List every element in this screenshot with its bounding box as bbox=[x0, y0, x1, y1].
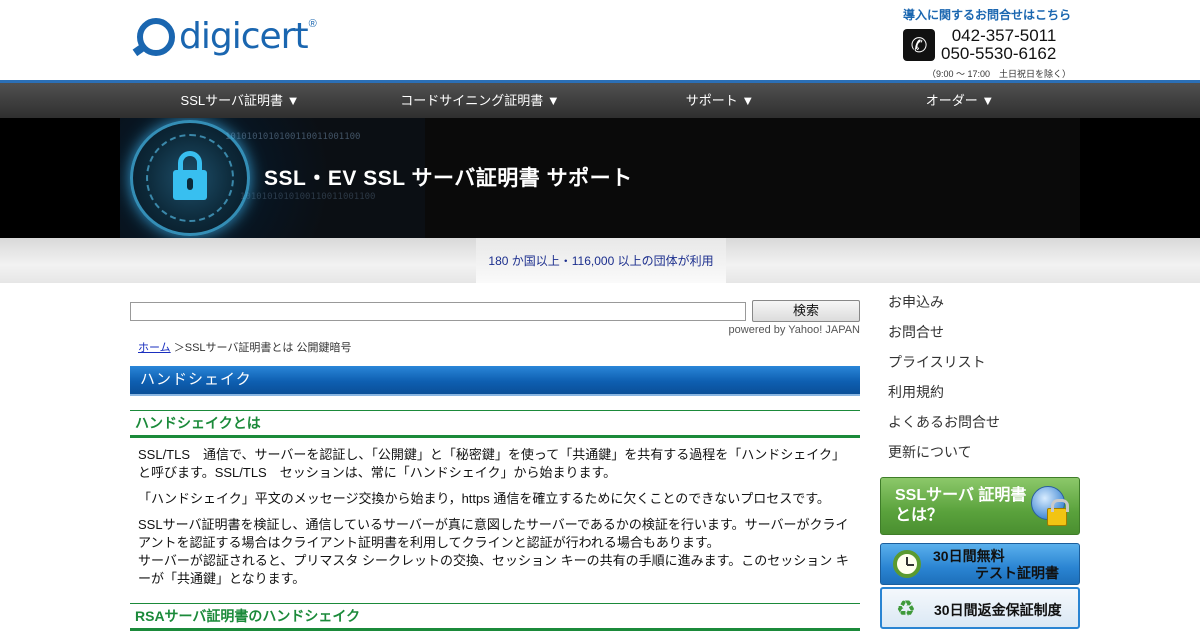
hero-banner: 1010101010100110011001100 10101010101001… bbox=[0, 118, 1200, 238]
main-content: 検索 powered by Yahoo! JAPAN ホーム ＞SSLサーバ証明… bbox=[130, 283, 860, 631]
sidebar-link-apply[interactable]: お申込み bbox=[880, 287, 1080, 317]
banner-1-line-2: とは？ bbox=[895, 507, 944, 524]
binary-decoration: 1010101010100110011001100 bbox=[225, 132, 361, 142]
site-header: digicert ® 導入に関するお問合せはこちら ✆ 042-357-5011… bbox=[0, 0, 1200, 83]
phone-number-1[interactable]: 042-357-5011 bbox=[941, 27, 1057, 45]
search-button[interactable]: 検索 bbox=[752, 300, 860, 322]
banner-2-line-1: 30日間無料 bbox=[933, 548, 1005, 564]
logo-mark-icon bbox=[137, 18, 175, 56]
section-heading-rsa-handshake: RSAサーバ証明書のハンドシェイク bbox=[130, 603, 860, 631]
sidebar-link-renewal[interactable]: 更新について bbox=[880, 437, 1080, 467]
contact-box: 導入に関するお問合せはこちら ✆ 042-357-5011 050-5530-6… bbox=[902, 6, 1071, 80]
sidebar-link-contact[interactable]: お問合せ bbox=[880, 317, 1080, 347]
digicert-logo[interactable]: digicert ® bbox=[137, 18, 317, 56]
search-powered-by: powered by Yahoo! JAPAN bbox=[728, 324, 860, 336]
stats-strip: 180 か国以上・116,000 以上の団体が利用 bbox=[0, 238, 1200, 283]
logo-registered-mark: ® bbox=[308, 18, 317, 30]
sidebar-link-terms[interactable]: 利用規約 bbox=[880, 377, 1080, 407]
binary-decoration: 1010101010100110011001100 bbox=[240, 192, 376, 202]
paragraph-4: サーバーが認証されると、プリマスタ シークレットの交換、セッション キーの共有の… bbox=[138, 553, 849, 586]
page-title: ハンドシェイク bbox=[130, 366, 860, 394]
section-heading-handshake: ハンドシェイクとは bbox=[130, 410, 860, 438]
phone-icon: ✆ bbox=[902, 29, 935, 61]
padlock-icon bbox=[1047, 499, 1069, 526]
nav-item-order[interactable]: オーダー ▼ bbox=[840, 83, 1080, 118]
paragraph-1: SSL/TLS 通信で、サーバーを認証し、「公開鍵」と「秘密鍵」を使って「共通鍵… bbox=[138, 447, 845, 480]
main-nav: SSLサーバ証明書 ▼ コードサイニング証明書 ▼ サポート ▼ オーダー ▼ bbox=[0, 83, 1200, 118]
recycle-icon: ♻ bbox=[896, 596, 916, 621]
nav-item-code-signing[interactable]: コードサイニング証明書 ▼ bbox=[360, 83, 600, 118]
money-back-guarantee-banner[interactable]: ♻ 30日間返金保証制度 bbox=[880, 587, 1080, 629]
sidebar: お申込み お問合せ プライスリスト 利用規約 よくあるお問合せ 更新について S… bbox=[880, 283, 1080, 629]
free-trial-banner[interactable]: 30日間無料 テスト証明書 bbox=[880, 543, 1080, 585]
banner-title: SSL・EV SSL サーバ証明書 サポート bbox=[264, 167, 633, 190]
search-input[interactable] bbox=[130, 302, 746, 321]
sidebar-link-faq[interactable]: よくあるお問合せ bbox=[880, 407, 1080, 437]
breadcrumb-current: ＞SSLサーバ証明書とは 公開鍵暗号 bbox=[170, 342, 352, 354]
paragraph-2: 「ハンドシェイク」平文のメッセージ交換から始まり，https 通信を確立するため… bbox=[138, 491, 830, 506]
nav-item-ssl-certificates[interactable]: SSLサーバ証明書 ▼ bbox=[120, 83, 360, 118]
search-bar: 検索 bbox=[130, 300, 860, 324]
stats-text: 180 か国以上・116,000 以上の団体が利用 bbox=[476, 238, 726, 283]
phone-number-2[interactable]: 050-5530-6162 bbox=[941, 45, 1056, 63]
breadcrumb: ホーム ＞SSLサーバ証明書とは 公開鍵暗号 bbox=[138, 339, 351, 355]
sidebar-link-price-list[interactable]: プライスリスト bbox=[880, 347, 1080, 377]
logo-text: digicert bbox=[179, 16, 309, 57]
nav-item-support[interactable]: サポート ▼ bbox=[600, 83, 840, 118]
contact-caption: 導入に関するお問合せはこちら bbox=[902, 8, 1071, 22]
business-hours: （9:00 ～ 17:00 土日祝日を除く） bbox=[926, 69, 1071, 79]
paragraph-3: SSLサーバ証明書を検証し、通信しているサーバーが真に意図したサーバーであるかの… bbox=[138, 517, 849, 550]
breadcrumb-home-link[interactable]: ホーム bbox=[138, 342, 171, 354]
banner-2-line-2: テスト証明書 bbox=[975, 565, 1059, 581]
clock-icon bbox=[893, 550, 921, 578]
banner-1-line-1: SSLサーバ 証明書 bbox=[895, 487, 1027, 504]
what-is-ssl-banner[interactable]: SSLサーバ 証明書 とは？ bbox=[880, 477, 1080, 535]
banner-3-label: 30日間返金保証制度 bbox=[934, 602, 1062, 618]
